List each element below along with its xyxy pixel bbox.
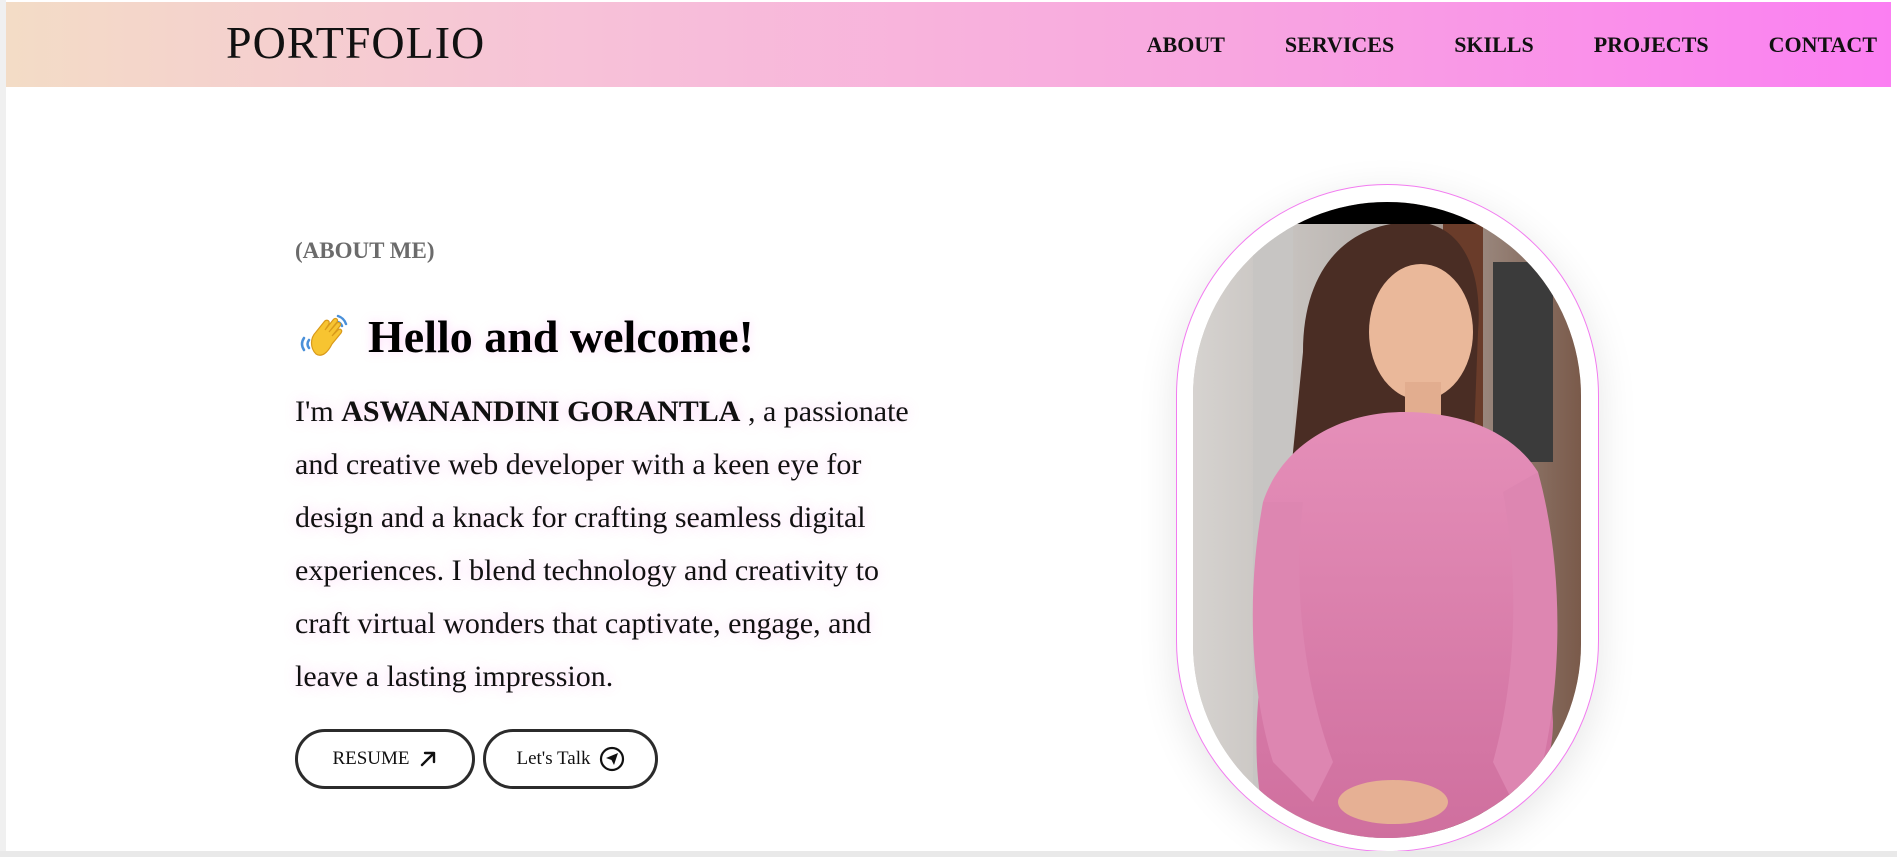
nav-contact[interactable]: CONTACT bbox=[1769, 32, 1877, 58]
nav-projects[interactable]: PROJECTS bbox=[1594, 32, 1709, 58]
resume-button[interactable]: RESUME bbox=[295, 729, 475, 789]
waving-hand-icon bbox=[298, 308, 354, 364]
nav-skills[interactable]: SKILLS bbox=[1454, 32, 1534, 58]
profile-photo bbox=[1193, 202, 1581, 838]
window-left-edge bbox=[0, 0, 6, 857]
photo-top-bar bbox=[1193, 202, 1581, 224]
bio-text: , a passionate and creative web develope… bbox=[295, 395, 909, 693]
nav-about[interactable]: ABOUT bbox=[1147, 32, 1225, 58]
bio-prefix: I'm bbox=[295, 395, 334, 428]
section-label: (ABOUT ME) bbox=[295, 238, 435, 263]
navbar: PORTFOLIO ABOUT SERVICES SKILLS PROJECTS… bbox=[6, 2, 1891, 87]
brand-logo[interactable]: PORTFOLIO bbox=[226, 16, 485, 69]
resume-button-label: RESUME bbox=[332, 748, 410, 769]
lets-talk-button-label: Let's Talk bbox=[516, 748, 591, 769]
lets-talk-button[interactable]: Let's Talk bbox=[483, 729, 658, 789]
arrow-up-right-icon bbox=[418, 749, 438, 769]
page: PORTFOLIO ABOUT SERVICES SKILLS PROJECTS… bbox=[0, 0, 1897, 857]
nav-services[interactable]: SERVICES bbox=[1285, 32, 1394, 58]
greeting-text: Hello and welcome! bbox=[368, 310, 754, 362]
owner-name: ASWANANDINI GORANTLA bbox=[341, 395, 741, 428]
window-bottom-edge bbox=[0, 851, 1897, 857]
greeting-heading: Hello and welcome! bbox=[298, 308, 754, 364]
send-circle-icon bbox=[599, 746, 625, 772]
bio-paragraph: I'm ASWANANDINI GORANTLA , a passionate … bbox=[295, 385, 935, 703]
nav-links: ABOUT SERVICES SKILLS PROJECTS CONTACT bbox=[1147, 2, 1877, 87]
